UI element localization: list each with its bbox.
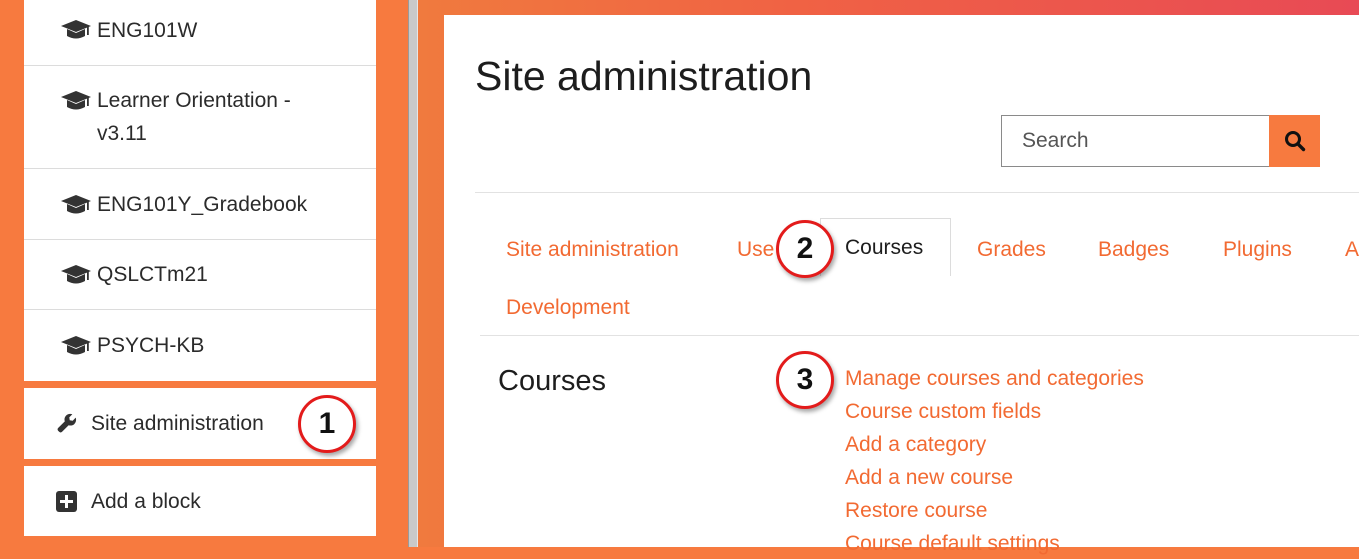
callout-step-1: 1 — [298, 395, 356, 453]
tab-appearance[interactable]: A — [1345, 235, 1359, 265]
link-add-a-category[interactable]: Add a category — [845, 430, 986, 460]
nav-course-eng101y-gradebook[interactable]: ENG101Y_Gradebook — [24, 169, 376, 240]
add-block-link[interactable]: Add a block — [24, 466, 376, 536]
nav-course-label-continued: v3.11 — [97, 122, 147, 145]
search-button[interactable] — [1269, 115, 1320, 167]
graduation-cap-icon — [61, 336, 91, 355]
nav-course-label: PSYCH-KB — [97, 334, 205, 357]
divider — [480, 335, 1359, 336]
search-icon — [1284, 131, 1305, 152]
section-title: Courses — [498, 365, 606, 397]
graduation-cap-icon — [61, 20, 91, 39]
tab-badges[interactable]: Badges — [1098, 235, 1169, 265]
panel-divider[interactable] — [408, 0, 418, 547]
graduation-cap-icon — [61, 195, 91, 214]
graduation-cap-icon — [61, 91, 91, 110]
nav-course-label: QSLCTm21 — [97, 263, 208, 286]
nav-course-psych-kb[interactable]: PSYCH-KB — [24, 310, 376, 381]
link-course-custom-fields[interactable]: Course custom fields — [845, 397, 1041, 427]
tab-site-administration[interactable]: Site administration — [506, 235, 679, 265]
site-administration-label: Site administration — [91, 412, 264, 435]
wrench-icon — [57, 413, 77, 433]
link-course-default-settings[interactable]: Course default settings — [845, 529, 1060, 559]
link-add-a-new-course[interactable]: Add a new course — [845, 463, 1013, 493]
nav-course-label: Learner Orientation - — [97, 89, 291, 112]
callout-step-3: 3 — [776, 351, 834, 409]
page-title: Site administration — [475, 53, 813, 99]
divider — [475, 192, 1359, 193]
tab-courses-label: Courses — [845, 236, 924, 259]
main-content: Site administration Site administration … — [444, 15, 1359, 555]
search-field[interactable] — [1001, 115, 1269, 167]
callout-step-2: 2 — [776, 220, 834, 278]
nav-course-learner-orientation[interactable]: Learner Orientation - v3.11 — [24, 66, 376, 169]
course-navigation-block: ENG101W Learner Orientation - v3.11 ENG1… — [24, 0, 376, 381]
tab-plugins[interactable]: Plugins — [1223, 235, 1292, 265]
tab-grades[interactable]: Grades — [977, 235, 1046, 265]
tab-development[interactable]: Development — [506, 293, 630, 323]
tab-users[interactable]: Use — [737, 235, 774, 265]
nav-course-eng101w[interactable]: ENG101W — [24, 0, 376, 66]
plus-square-icon — [56, 491, 77, 512]
graduation-cap-icon — [61, 265, 91, 284]
search-input[interactable] — [1020, 116, 1264, 166]
link-manage-courses-and-categories[interactable]: Manage courses and categories — [845, 364, 1144, 394]
nav-course-label: ENG101W — [97, 19, 198, 42]
nav-course-qslctm21[interactable]: QSLCTm21 — [24, 240, 376, 310]
link-restore-course[interactable]: Restore course — [845, 496, 987, 526]
add-block-label: Add a block — [91, 490, 201, 513]
nav-course-label: ENG101Y_Gradebook — [97, 193, 308, 216]
tab-courses[interactable]: Courses — [820, 218, 951, 276]
